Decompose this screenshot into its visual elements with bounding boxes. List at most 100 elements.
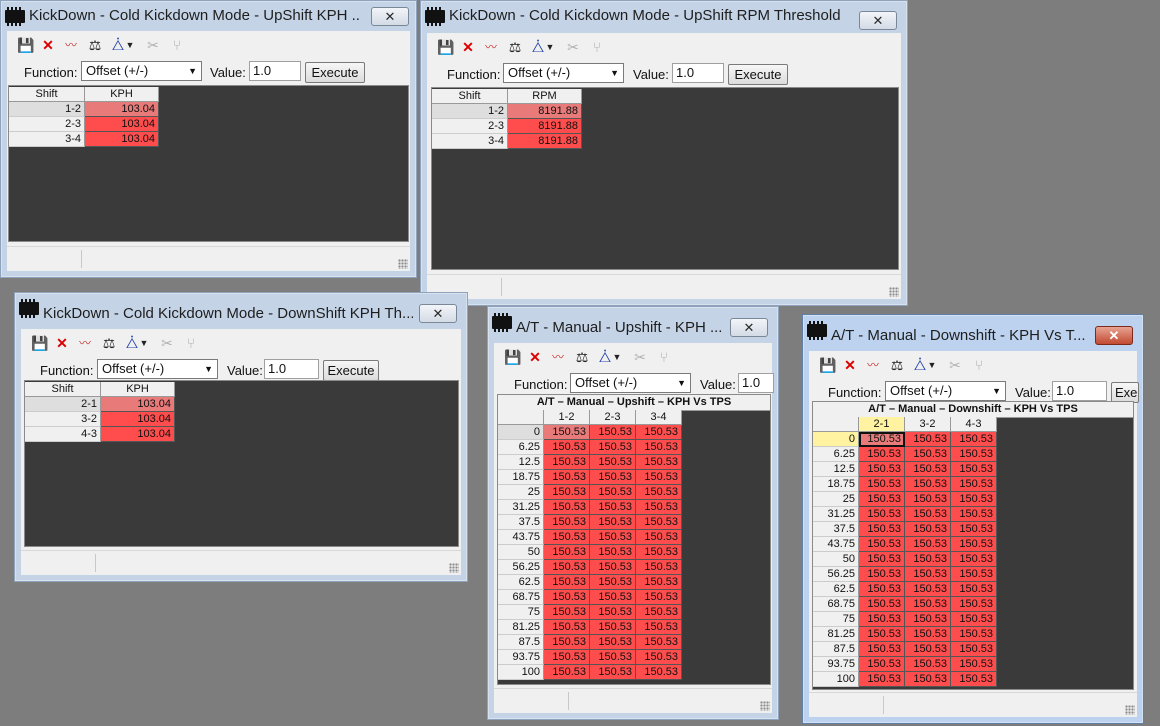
execute-button[interactable]: Execute bbox=[323, 360, 379, 381]
table-cell[interactable]: 150.53 bbox=[544, 650, 590, 665]
triangle-icon[interactable]: ⧊ bbox=[530, 39, 546, 55]
table-cell[interactable]: 150.53 bbox=[951, 567, 997, 582]
table-cell[interactable]: 150.53 bbox=[905, 507, 951, 522]
function-select[interactable]: Offset (+/-) ▼ bbox=[503, 63, 624, 83]
table-cell[interactable]: 150.53 bbox=[905, 492, 951, 507]
table-cell[interactable]: 150.53 bbox=[636, 500, 682, 515]
table-cell[interactable]: 150.53 bbox=[636, 650, 682, 665]
table-cell[interactable]: 150.53 bbox=[905, 597, 951, 612]
table-cell[interactable]: 150.53 bbox=[951, 552, 997, 567]
table-cell[interactable]: 150.53 bbox=[951, 507, 997, 522]
fork-icon[interactable]: ⑂ bbox=[656, 349, 672, 365]
triangle-icon[interactable]: ⧊ bbox=[597, 349, 613, 365]
table-cell[interactable]: 150.53 bbox=[544, 665, 590, 680]
resize-grip-icon[interactable] bbox=[398, 259, 408, 269]
column-header[interactable]: KPH bbox=[101, 382, 175, 397]
row-header[interactable]: 37.5 bbox=[813, 522, 859, 537]
table-cell[interactable]: 150.53 bbox=[905, 567, 951, 582]
window-downshift-kph[interactable]: KickDown - Cold Kickdown Mode - DownShif… bbox=[14, 292, 468, 582]
row-header[interactable]: 56.25 bbox=[813, 567, 859, 582]
titlebar[interactable]: KickDown - Cold Kickdown Mode - UpShift … bbox=[421, 1, 907, 31]
row-header[interactable]: 12.5 bbox=[813, 462, 859, 477]
row-header[interactable]: 81.25 bbox=[813, 627, 859, 642]
resize-grip-icon[interactable] bbox=[889, 287, 899, 297]
table-cell[interactable]: 103.04 bbox=[85, 102, 159, 117]
row-header[interactable]: 75 bbox=[498, 605, 544, 620]
discard-icon[interactable]: ✕ bbox=[460, 39, 476, 55]
table-cell[interactable]: 150.53 bbox=[590, 665, 636, 680]
table-cell[interactable]: 150.53 bbox=[590, 590, 636, 605]
discard-icon[interactable]: ✕ bbox=[527, 349, 543, 365]
fork-icon[interactable]: ⑂ bbox=[971, 357, 987, 373]
table-cell[interactable]: 150.53 bbox=[859, 657, 905, 672]
close-button[interactable]: ✕ bbox=[371, 7, 409, 26]
table-cell[interactable]: 150.53 bbox=[590, 530, 636, 545]
row-header[interactable]: 100 bbox=[498, 665, 544, 680]
table-cell[interactable]: 150.53 bbox=[905, 612, 951, 627]
row-header[interactable]: 62.5 bbox=[498, 575, 544, 590]
dropdown-icon[interactable]: ▼ bbox=[927, 357, 937, 373]
table-cell[interactable]: 150.53 bbox=[951, 537, 997, 552]
table-cell[interactable]: 150.53 bbox=[544, 455, 590, 470]
table-cell[interactable]: 150.53 bbox=[859, 597, 905, 612]
row-header[interactable]: 2-3 bbox=[432, 119, 508, 134]
cut-icon[interactable]: ✂ bbox=[145, 37, 161, 53]
window-manual-downshift[interactable]: A/T - Manual - Downshift - KPH Vs T... ✕… bbox=[802, 314, 1144, 724]
table-cell[interactable]: 150.53 bbox=[590, 575, 636, 590]
value-input[interactable]: 1.0 bbox=[672, 63, 724, 83]
close-button[interactable]: ✕ bbox=[419, 304, 457, 323]
value-input[interactable]: 1.0 bbox=[738, 373, 774, 393]
table-cell[interactable]: 150.53 bbox=[905, 522, 951, 537]
table-cell[interactable]: 150.53 bbox=[905, 627, 951, 642]
table-cell[interactable]: 150.53 bbox=[951, 522, 997, 537]
table-cell[interactable]: 150.53 bbox=[636, 470, 682, 485]
dropdown-icon[interactable]: ▼ bbox=[612, 349, 622, 365]
table-cell[interactable]: 150.53 bbox=[544, 425, 590, 440]
column-header[interactable]: 1-2 bbox=[544, 410, 590, 425]
table-cell[interactable]: 150.53 bbox=[951, 627, 997, 642]
table-cell[interactable]: 150.53 bbox=[859, 477, 905, 492]
table-cell[interactable]: 8191.88 bbox=[508, 104, 582, 119]
save-icon[interactable]: 💾 bbox=[17, 37, 34, 53]
table-cell[interactable]: 150.53 bbox=[544, 590, 590, 605]
table-cell[interactable]: 150.53 bbox=[905, 657, 951, 672]
window-upshift-rpm[interactable]: KickDown - Cold Kickdown Mode - UpShift … bbox=[420, 0, 908, 306]
row-header[interactable]: 25 bbox=[498, 485, 544, 500]
row-header[interactable]: 62.5 bbox=[813, 582, 859, 597]
table-cell[interactable]: 150.53 bbox=[951, 672, 997, 687]
table-cell[interactable]: 150.53 bbox=[590, 500, 636, 515]
table-cell[interactable]: 150.53 bbox=[636, 455, 682, 470]
fork-icon[interactable]: ⑂ bbox=[169, 37, 185, 53]
table-cell[interactable]: 150.53 bbox=[636, 485, 682, 500]
table-cell[interactable]: 150.53 bbox=[859, 432, 905, 447]
table-cell[interactable]: 150.53 bbox=[544, 605, 590, 620]
table-cell[interactable]: 150.53 bbox=[951, 642, 997, 657]
scale-icon[interactable]: ⚖ bbox=[101, 335, 117, 351]
discard-icon[interactable]: ✕ bbox=[842, 357, 858, 373]
row-header[interactable]: 93.75 bbox=[813, 657, 859, 672]
table-cell[interactable]: 150.53 bbox=[636, 665, 682, 680]
column-header[interactable]: 2-1 bbox=[859, 417, 905, 432]
save-icon[interactable]: 💾 bbox=[437, 39, 454, 55]
row-header[interactable]: 50 bbox=[498, 545, 544, 560]
column-header[interactable]: Shift bbox=[9, 87, 85, 102]
table-cell[interactable]: 103.04 bbox=[101, 397, 175, 412]
table-cell[interactable]: 150.53 bbox=[590, 650, 636, 665]
row-header[interactable]: 1-2 bbox=[9, 102, 85, 117]
table-cell[interactable]: 150.53 bbox=[590, 440, 636, 455]
graph-icon[interactable]: 〰 bbox=[483, 39, 499, 55]
close-button[interactable]: ✕ bbox=[730, 318, 768, 337]
row-header[interactable]: 6.25 bbox=[813, 447, 859, 462]
table-cell[interactable]: 150.53 bbox=[590, 455, 636, 470]
graph-icon[interactable]: 〰 bbox=[63, 37, 79, 53]
column-header[interactable]: 4-3 bbox=[951, 417, 997, 432]
value-input[interactable]: 1.0 bbox=[1052, 381, 1107, 401]
table-cell[interactable]: 150.53 bbox=[859, 672, 905, 687]
triangle-icon[interactable]: ⧊ bbox=[124, 335, 140, 351]
row-header[interactable]: 6.25 bbox=[498, 440, 544, 455]
table-cell[interactable]: 150.53 bbox=[859, 582, 905, 597]
cut-icon[interactable]: ✂ bbox=[947, 357, 963, 373]
table-cell[interactable]: 150.53 bbox=[636, 425, 682, 440]
execute-button[interactable]: Execute bbox=[728, 64, 788, 85]
table-cell[interactable]: 150.53 bbox=[544, 485, 590, 500]
